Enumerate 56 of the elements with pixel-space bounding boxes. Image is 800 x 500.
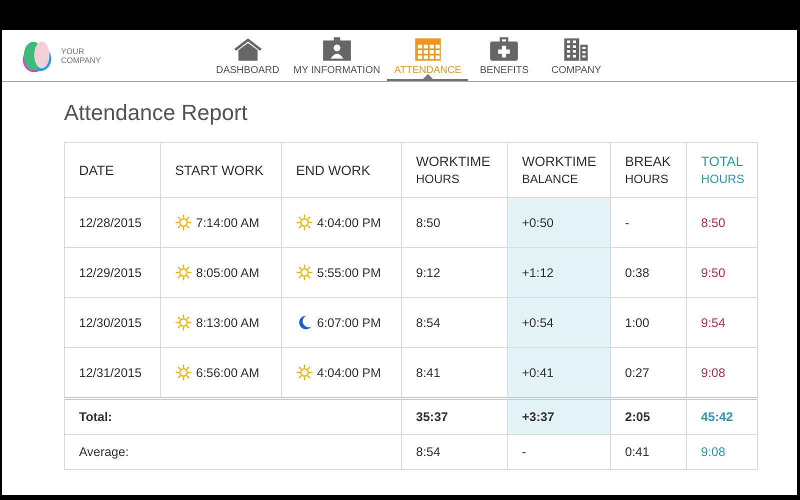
sun-icon (296, 264, 313, 281)
table-cell: Average: (64, 434, 402, 470)
table-cell: 1:00 (610, 298, 686, 348)
column-header: START WORK (160, 142, 282, 198)
medical-kit-icon (488, 36, 520, 62)
table-cell: +1:12 (508, 248, 610, 298)
sun-icon (296, 214, 313, 231)
time-text: 4:04:00 PM (317, 366, 381, 380)
time-text: 4:04:00 PM (317, 216, 381, 230)
table-cell: - (508, 434, 610, 470)
nav-tab[interactable]: COMPANY (540, 36, 612, 81)
pointer-icon (422, 74, 433, 79)
nav-tab[interactable]: BENEFITS (468, 36, 540, 81)
table-cell: - (610, 198, 686, 248)
logo-text: YOUR (61, 46, 86, 56)
id-card-icon (320, 36, 353, 62)
table-cell: 8:50 (686, 198, 758, 248)
table-cell: 0:41 (610, 434, 686, 470)
time-text: 8:05:00 AM (196, 266, 260, 280)
table-cell: 8:54 (402, 434, 508, 470)
table-cell: 12/30/2015 (64, 298, 160, 348)
sun-icon (175, 364, 192, 381)
sun-icon (175, 264, 192, 281)
table-cell: 9:08 (686, 434, 758, 470)
sun-icon (175, 314, 192, 331)
time-text: 5:55:00 PM (317, 266, 381, 280)
page-title: Attendance Report (64, 100, 248, 127)
column-header: WORKTIME HOURS (402, 142, 508, 198)
moon-icon (296, 314, 313, 331)
nav-tab[interactable]: MY INFORMATION (286, 36, 388, 81)
table-cell: +0:50 (508, 198, 610, 248)
logo-text: COMPANY (61, 56, 101, 64)
nav-tab[interactable]: DASHBOARD (209, 36, 286, 81)
table-cell: Total: (64, 398, 402, 434)
table-cell: +0:41 (508, 348, 610, 398)
table-cell: +3:37 (508, 398, 610, 434)
table-cell: 12/29/2015 (64, 248, 160, 298)
column-header: TOTAL HOURS (686, 142, 758, 198)
table-cell: 0:38 (610, 248, 686, 298)
sun-icon (175, 214, 192, 231)
table-cell: 9:54 (686, 298, 758, 348)
table-cell: 2:05 (610, 398, 686, 434)
column-header: DATE (64, 142, 160, 198)
table-cell: 45:42 (686, 398, 758, 434)
house-icon (232, 36, 264, 62)
table-cell: 12/28/2015 (64, 198, 160, 248)
time-text: 6:56:00 AM (196, 366, 260, 380)
column-header: BREAK HOURS (610, 142, 686, 198)
time-text: 7:14:00 AM (196, 216, 260, 230)
table-cell: 12/31/2015 (64, 348, 160, 398)
time-text: 8:13:00 AM (196, 316, 260, 330)
table-cell: +0:54 (508, 298, 610, 348)
column-header: END WORK (282, 142, 402, 198)
table-cell: 9:50 (686, 248, 758, 298)
time-text: 6:07:00 PM (317, 316, 381, 330)
sun-icon (296, 364, 313, 381)
